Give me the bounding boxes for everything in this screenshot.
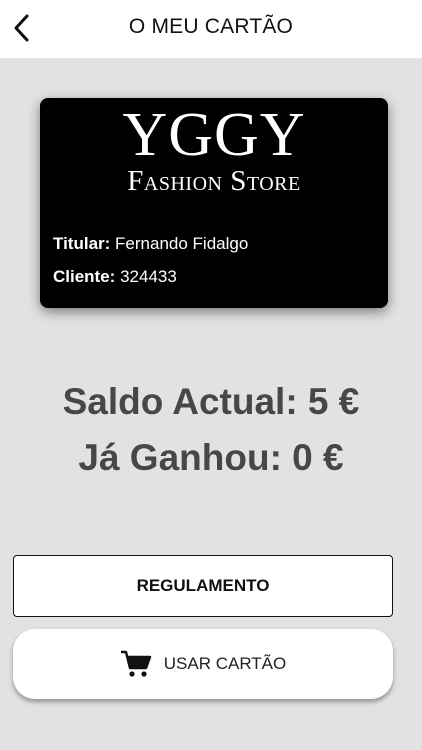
- regulamento-label: REGULAMENTO: [136, 576, 270, 595]
- app-header: O MEU CARTÃO: [0, 0, 422, 58]
- card-holder-value: Fernando Fidalgo: [115, 234, 249, 253]
- card-brand-subtitle: Fashion Store: [127, 165, 301, 197]
- usar-cartao-button[interactable]: USAR CARTÃO: [13, 629, 393, 699]
- card-holder-row: Titular: Fernando Fidalgo: [53, 234, 248, 254]
- card-brand-name: YGGY: [122, 101, 306, 169]
- shopping-cart-icon: [120, 649, 152, 679]
- card-client-value: 324433: [120, 267, 177, 286]
- usar-cartao-label: USAR CARTÃO: [163, 654, 287, 673]
- card-holder-label: Titular:: [53, 234, 111, 253]
- card-client-row: Cliente: 324433: [53, 267, 177, 287]
- page-title: O MEU CARTÃO: [128, 15, 294, 38]
- loyalty-card: YGGY Fashion Store Titular: Fernando Fid…: [40, 98, 388, 308]
- earned-balance: Já Ganhou: 0 €: [78, 437, 344, 478]
- current-balance: Saldo Actual: 5 €: [62, 381, 360, 422]
- regulamento-button[interactable]: REGULAMENTO: [13, 555, 393, 617]
- card-client-label: Cliente:: [53, 267, 116, 286]
